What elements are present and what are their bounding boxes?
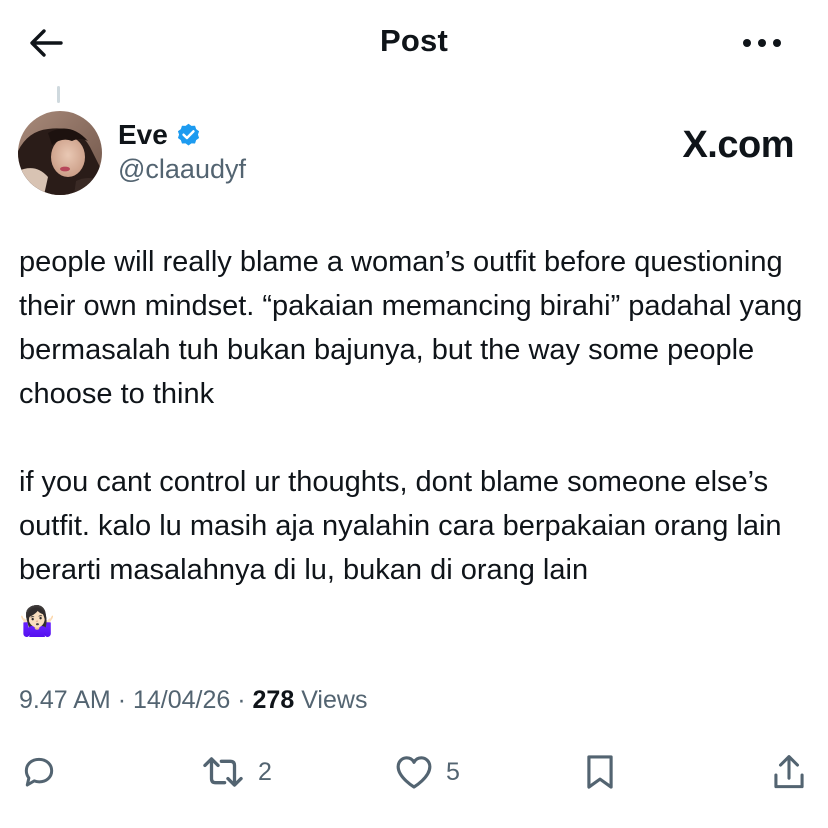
like-count: 5 <box>446 757 460 786</box>
repost-icon <box>203 757 243 787</box>
post-paragraph: people will really blame a woman’s outfi… <box>19 246 803 410</box>
top-bar: Post <box>0 0 828 86</box>
author-name-row: Eve <box>118 118 202 152</box>
author-name[interactable]: Eve <box>118 119 168 151</box>
more-horizontal-icon <box>743 39 781 47</box>
meta-separator: · <box>237 686 246 714</box>
post-date[interactable]: 14/04/26 <box>133 686 230 714</box>
like-button[interactable]: 5 <box>394 742 460 802</box>
heart-icon <box>396 756 432 789</box>
repost-count: 2 <box>258 757 272 786</box>
bookmark-button[interactable] <box>582 742 618 802</box>
post-meta: 9.47 AM · 14/04/26 · 278 Views <box>19 686 367 715</box>
avatar-photo <box>18 111 102 195</box>
x-com-watermark: X.com <box>682 124 794 167</box>
avatar[interactable] <box>18 111 102 195</box>
author-handle[interactable]: @claaudyf <box>118 154 246 185</box>
post-detail-page: Post Eve @claaudyf X.com people will rea… <box>0 0 828 828</box>
post-paragraph: if you cant control ur thoughts, dont bl… <box>19 460 819 640</box>
reply-button[interactable] <box>20 742 58 802</box>
views-label: Views <box>301 686 368 714</box>
share-button[interactable] <box>770 742 808 802</box>
views-count: 278 <box>252 686 295 714</box>
more-button[interactable] <box>736 28 788 58</box>
thread-connector-line <box>57 86 60 103</box>
x-com-text: X.com <box>682 124 794 166</box>
repost-button[interactable]: 2 <box>200 742 272 802</box>
bookmark-icon <box>587 755 613 789</box>
verified-badge-icon[interactable] <box>175 122 202 149</box>
post-text: people will really blame a woman’s outfi… <box>19 240 819 640</box>
reply-icon <box>24 757 54 787</box>
shrug-emoji: 🤷🏻‍♀️ <box>19 606 56 638</box>
share-icon <box>774 755 804 789</box>
page-title: Post <box>380 23 448 58</box>
post-paragraph-text: if you cant control ur thoughts, dont bl… <box>19 466 782 586</box>
meta-separator: · <box>117 686 127 714</box>
post-time[interactable]: 9.47 AM <box>19 686 111 714</box>
action-bar: 2 5 <box>0 742 828 802</box>
